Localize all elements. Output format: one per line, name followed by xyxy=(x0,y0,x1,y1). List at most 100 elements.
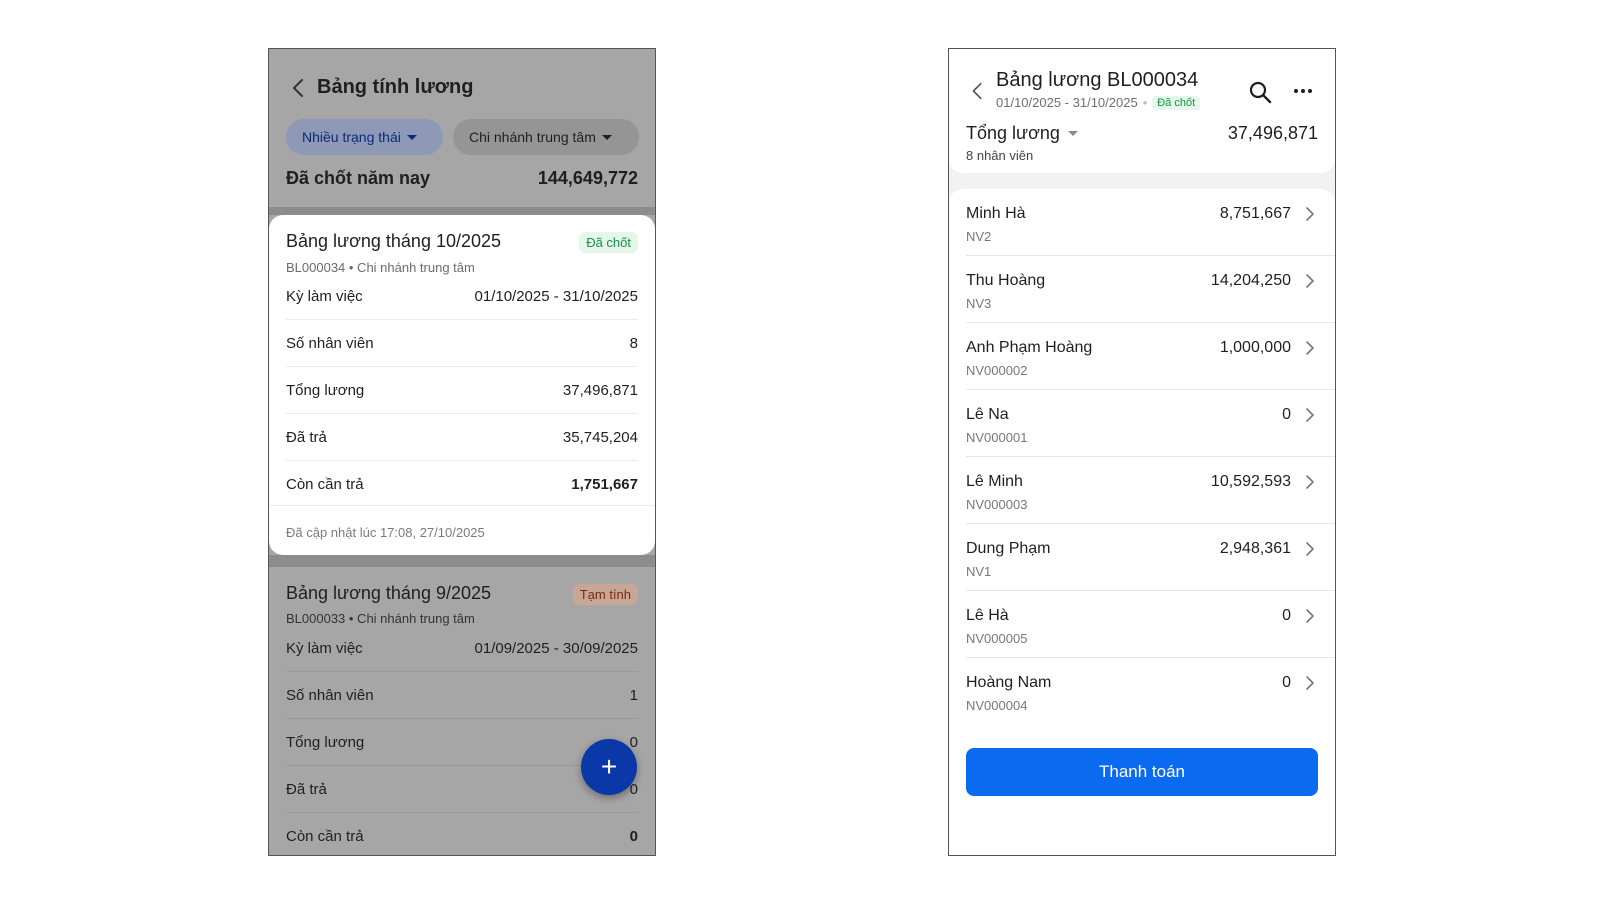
employee-code: NV3 xyxy=(966,296,992,311)
total-salary-label: Tổng lương xyxy=(966,123,1060,143)
back-icon[interactable] xyxy=(287,76,311,100)
employee-code: NV000003 xyxy=(966,497,1028,512)
caret-down-icon xyxy=(406,134,417,140)
row-label: Số nhân viên xyxy=(286,686,374,704)
row-value: 1 xyxy=(629,686,638,704)
plus-icon: + xyxy=(600,751,618,782)
employee-list: Minh Hà NV2 8,751,667 Thu Hoàng NV3 14,2… xyxy=(949,189,1335,734)
chevron-right-icon xyxy=(1306,542,1314,556)
employee-amount: 1,000,000 xyxy=(1219,339,1291,356)
employee-code: NV000002 xyxy=(966,363,1028,378)
more-horizontal-icon[interactable] xyxy=(1291,79,1315,103)
status-badge: Đã chốt xyxy=(579,232,638,253)
list-item[interactable]: Thu Hoàng NV3 14,204,250 xyxy=(966,256,1335,323)
card-row-employees: Số nhân viên 1 xyxy=(286,672,638,719)
employee-amount: 10,592,593 xyxy=(1210,473,1291,490)
list-item[interactable]: Lê Na NV000001 0 xyxy=(966,390,1335,457)
employee-amount: 8,751,667 xyxy=(1219,205,1291,222)
list-item[interactable]: Anh Phạm Hoàng NV000002 1,000,000 xyxy=(966,323,1335,390)
row-label: Số nhân viên xyxy=(286,334,374,352)
employee-code: NV000005 xyxy=(966,631,1028,646)
page-title: Bảng tính lương xyxy=(317,76,474,98)
row-value: 1,751,667 xyxy=(571,476,638,493)
row-label: Còn cần trả xyxy=(286,476,364,493)
employee-name: Dung Phạm xyxy=(966,540,1051,557)
employee-count: 8 nhân viên xyxy=(966,148,1034,163)
row-value: 35,745,204 xyxy=(562,428,638,446)
chevron-right-icon xyxy=(1306,274,1314,288)
employee-name: Minh Hà xyxy=(966,205,1026,222)
chevron-right-icon xyxy=(1306,207,1314,221)
detail-header: Bảng lương BL000034 01/10/2025 - 31/10/2… xyxy=(949,49,1335,173)
card-row-total: Tổng lương 37,496,871 xyxy=(286,367,638,414)
row-label: Kỳ làm việc xyxy=(286,639,363,657)
list-item[interactable]: Dung Phạm NV1 2,948,361 xyxy=(966,524,1335,591)
back-icon[interactable] xyxy=(967,79,989,103)
separator-dot: • xyxy=(1142,95,1148,110)
employee-name: Lê Na xyxy=(966,406,1009,423)
total-salary-dropdown[interactable]: Tổng lương xyxy=(966,123,1078,144)
employee-code: NV000001 xyxy=(966,430,1028,445)
row-value: 01/10/2025 - 31/10/2025 xyxy=(474,287,638,305)
chevron-right-icon xyxy=(1306,475,1314,489)
period-range: 01/10/2025 - 31/10/2025 xyxy=(996,95,1138,110)
updated-timestamp: Đã cập nhật lúc 17:08, 27/10/2025 xyxy=(286,525,485,540)
payroll-detail-screen: Bảng lương BL000034 01/10/2025 - 31/10/2… xyxy=(948,48,1336,856)
employee-amount: 0 xyxy=(1282,607,1291,624)
bottom-bar: Thanh toán xyxy=(949,734,1335,855)
divider xyxy=(269,555,655,567)
card-title: Bảng lương tháng 10/2025 xyxy=(286,231,502,251)
employee-amount: 14,204,250 xyxy=(1210,272,1291,289)
chevron-right-icon xyxy=(1306,676,1314,690)
row-label: Còn cần trả xyxy=(286,828,364,845)
branch-filter-chip[interactable]: Chi nhánh trung tâm xyxy=(453,119,639,155)
row-label: Kỳ làm việc xyxy=(286,287,363,305)
row-label: Đã trả xyxy=(286,780,327,798)
list-item[interactable]: Minh Hà NV2 8,751,667 xyxy=(966,189,1335,256)
row-value: 0 xyxy=(629,733,638,751)
payroll-card-september[interactable]: Bảng lương tháng 9/2025 Tạm tính BL00003… xyxy=(269,567,655,855)
card-title: Bảng lương tháng 9/2025 xyxy=(286,583,492,603)
card-row-remaining: Còn cần trả 0 xyxy=(286,813,638,855)
period-row: 01/10/2025 - 31/10/2025 • Đã chốt xyxy=(996,95,1201,110)
add-payroll-button[interactable]: + xyxy=(581,739,637,795)
employee-name: Anh Phạm Hoàng xyxy=(966,339,1093,356)
employee-code: NV1 xyxy=(966,564,992,579)
branch-filter-label: Chi nhánh trung tâm xyxy=(469,129,596,145)
row-label: Tổng lương xyxy=(286,381,365,399)
row-value: 0 xyxy=(629,828,638,845)
year-closed-label: Đã chốt năm nay xyxy=(286,168,431,188)
year-closed-value: 144,649,772 xyxy=(537,168,638,188)
divider xyxy=(269,207,655,215)
card-row-period: Kỳ làm việc 01/10/2025 - 31/10/2025 xyxy=(286,273,638,320)
row-value: 01/09/2025 - 30/09/2025 xyxy=(474,639,638,657)
employee-name: Thu Hoàng xyxy=(966,272,1046,289)
caret-down-icon xyxy=(601,134,612,140)
chevron-right-icon xyxy=(1306,341,1314,355)
list-item[interactable]: Lê Hà NV000005 0 xyxy=(966,591,1335,658)
row-label: Tổng lương xyxy=(286,733,365,751)
card-row-period: Kỳ làm việc 01/09/2025 - 30/09/2025 xyxy=(286,625,638,672)
employee-code: NV2 xyxy=(966,229,992,244)
list-header: Bảng tính lương Nhiều trạng thái Chi nhá… xyxy=(269,49,655,212)
total-salary-value: 37,496,871 xyxy=(1227,123,1318,143)
status-filter-chip[interactable]: Nhiều trạng thái xyxy=(286,119,443,155)
employee-name: Lê Hà xyxy=(966,607,1009,624)
status-filter-label: Nhiều trạng thái xyxy=(302,129,401,145)
card-subtitle: BL000033 • Chi nhánh trung tâm xyxy=(286,611,475,626)
list-item[interactable]: Lê Minh NV000003 10,592,593 xyxy=(966,457,1335,524)
row-label: Đã trả xyxy=(286,428,327,446)
payroll-list-screen: Bảng tính lương Nhiều trạng thái Chi nhá… xyxy=(268,48,656,856)
list-item[interactable]: Hoàng Nam NV000004 0 xyxy=(966,658,1335,725)
caret-down-icon xyxy=(1067,131,1078,136)
pay-button[interactable]: Thanh toán xyxy=(966,748,1318,796)
chevron-right-icon xyxy=(1306,609,1314,623)
employee-name: Hoàng Nam xyxy=(966,674,1052,691)
payroll-card-october[interactable]: Bảng lương tháng 10/2025 Đã chốt BL00003… xyxy=(269,215,655,555)
employee-amount: 0 xyxy=(1282,406,1291,423)
card-row-employees: Số nhân viên 8 xyxy=(286,320,638,367)
search-icon[interactable] xyxy=(1247,79,1273,105)
status-badge: Đã chốt xyxy=(1152,95,1201,110)
employee-name: Lê Minh xyxy=(966,473,1023,490)
row-value: 8 xyxy=(629,334,638,352)
